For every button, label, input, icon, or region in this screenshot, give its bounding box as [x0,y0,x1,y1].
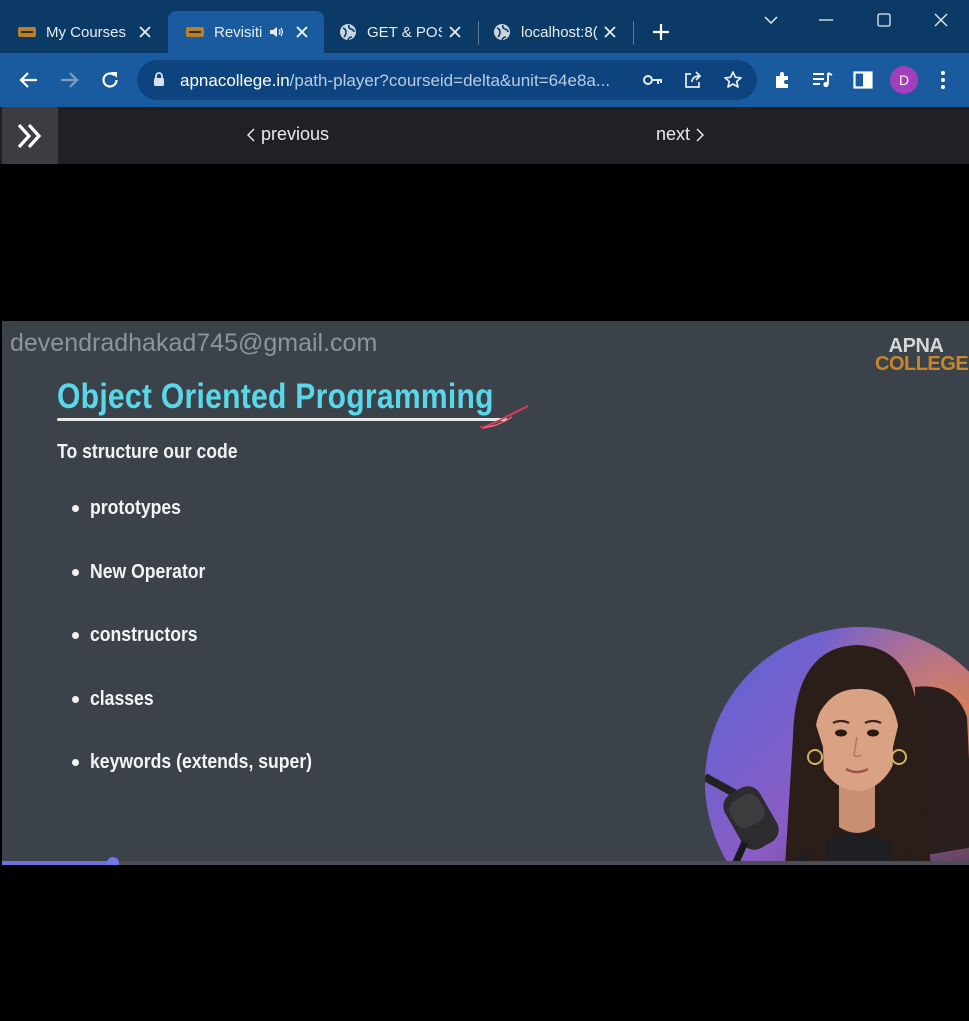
url-host: apnacollege.in [180,71,290,90]
list-item: prototypes [72,497,342,561]
slide-title: Object Oriented Programming [57,377,494,416]
bullet-list: prototypes New Operator constructors cla… [72,497,342,815]
speaker-icon[interactable] [268,24,284,44]
lock-icon[interactable] [153,71,165,92]
browser-window: My Courses Revisiti GET & POS localhost:… [0,0,969,1021]
tab-title: localhost:8( [521,23,598,41]
video-letterbox-top [2,164,969,321]
tab-search-chevron-down-icon[interactable] [756,8,786,32]
bookmark-star-icon[interactable] [722,69,744,91]
bullet-dot [72,632,79,639]
tab-revisiting[interactable]: Revisiti [168,11,324,53]
bullet-text: keywords (extends, super) [90,751,313,773]
url-path: /path-player?courseid=delta&unit=64e8a..… [289,71,611,90]
tab-localhost[interactable]: localhost:8( [479,11,632,53]
presenter-webcam [705,627,969,861]
chevron-right-icon [696,127,705,142]
apna-college-logo: APNA COLLEGE [875,336,969,375]
player-navigation: previous next [0,107,969,164]
side-panel-icon[interactable] [850,67,876,93]
globe-icon [493,23,511,41]
list-item: classes [72,688,342,752]
bullet-dot [72,568,79,576]
minimize-icon[interactable] [811,8,841,32]
previous-label: previous [261,124,330,144]
bullet-dot [72,695,79,703]
close-window-icon[interactable] [926,8,956,32]
tab-title: My Courses [46,23,127,41]
globe-icon [339,23,357,41]
title-underline [57,418,507,421]
tab-title: Revisiti [214,23,262,41]
menu-kebab-icon[interactable] [930,67,956,93]
forward-arrow-icon[interactable] [56,67,82,93]
url-text[interactable]: apnacollege.in/path-player?courseid=delt… [180,71,610,91]
pen-scribble-annotation [479,405,529,430]
share-icon[interactable] [682,69,704,91]
maximize-icon[interactable] [869,8,899,32]
bullet-dot [72,505,79,512]
close-icon[interactable] [600,22,620,42]
tab-get-post[interactable]: GET & POS [325,11,477,53]
slide-subtitle: To structure our code [57,441,238,463]
bullet-text: constructors [90,624,198,646]
close-icon[interactable] [135,22,155,42]
tab-separator [633,21,634,45]
bullet-dot [72,759,79,766]
chevron-left-icon [247,127,255,142]
reload-icon[interactable] [97,67,123,93]
bullet-text: prototypes [90,497,181,519]
new-tab-plus-icon[interactable] [650,21,672,43]
profile-avatar[interactable]: D [890,66,918,94]
list-item: New Operator [72,561,342,625]
key-icon[interactable] [642,69,664,91]
apna-college-favicon [186,23,204,41]
media-controls-icon[interactable] [809,67,835,93]
next-label: next [656,124,691,144]
close-icon[interactable] [292,22,312,42]
email-watermark: devendradhakad745@gmail.com [10,329,378,357]
next-button[interactable]: next [656,124,705,145]
bullet-text: New Operator [90,560,206,583]
previous-button[interactable]: previous [247,124,329,145]
address-bar[interactable]: apnacollege.in/path-player?courseid=delt… [137,60,757,100]
browser-toolbar: apnacollege.in/path-player?courseid=delt… [0,53,969,107]
tab-strip: My Courses Revisiti GET & POS localhost:… [0,0,969,53]
list-item: constructors [72,624,342,688]
tab-my-courses[interactable]: My Courses [0,11,167,53]
video-letterbox-bottom [2,865,969,1021]
logo-line-2: COLLEGE [875,353,969,375]
tab-title: GET & POS [367,23,442,41]
list-item: keywords (extends, super) [72,751,342,815]
sidebar-toggle-double-chevron-icon[interactable] [2,107,58,164]
bullet-text: classes [90,687,154,710]
back-arrow-icon[interactable] [16,67,42,93]
extensions-puzzle-icon[interactable] [770,67,796,93]
close-icon[interactable] [445,22,465,42]
apna-college-favicon [18,23,36,41]
video-frame[interactable]: devendradhakad745@gmail.com APNA COLLEGE… [2,321,969,861]
